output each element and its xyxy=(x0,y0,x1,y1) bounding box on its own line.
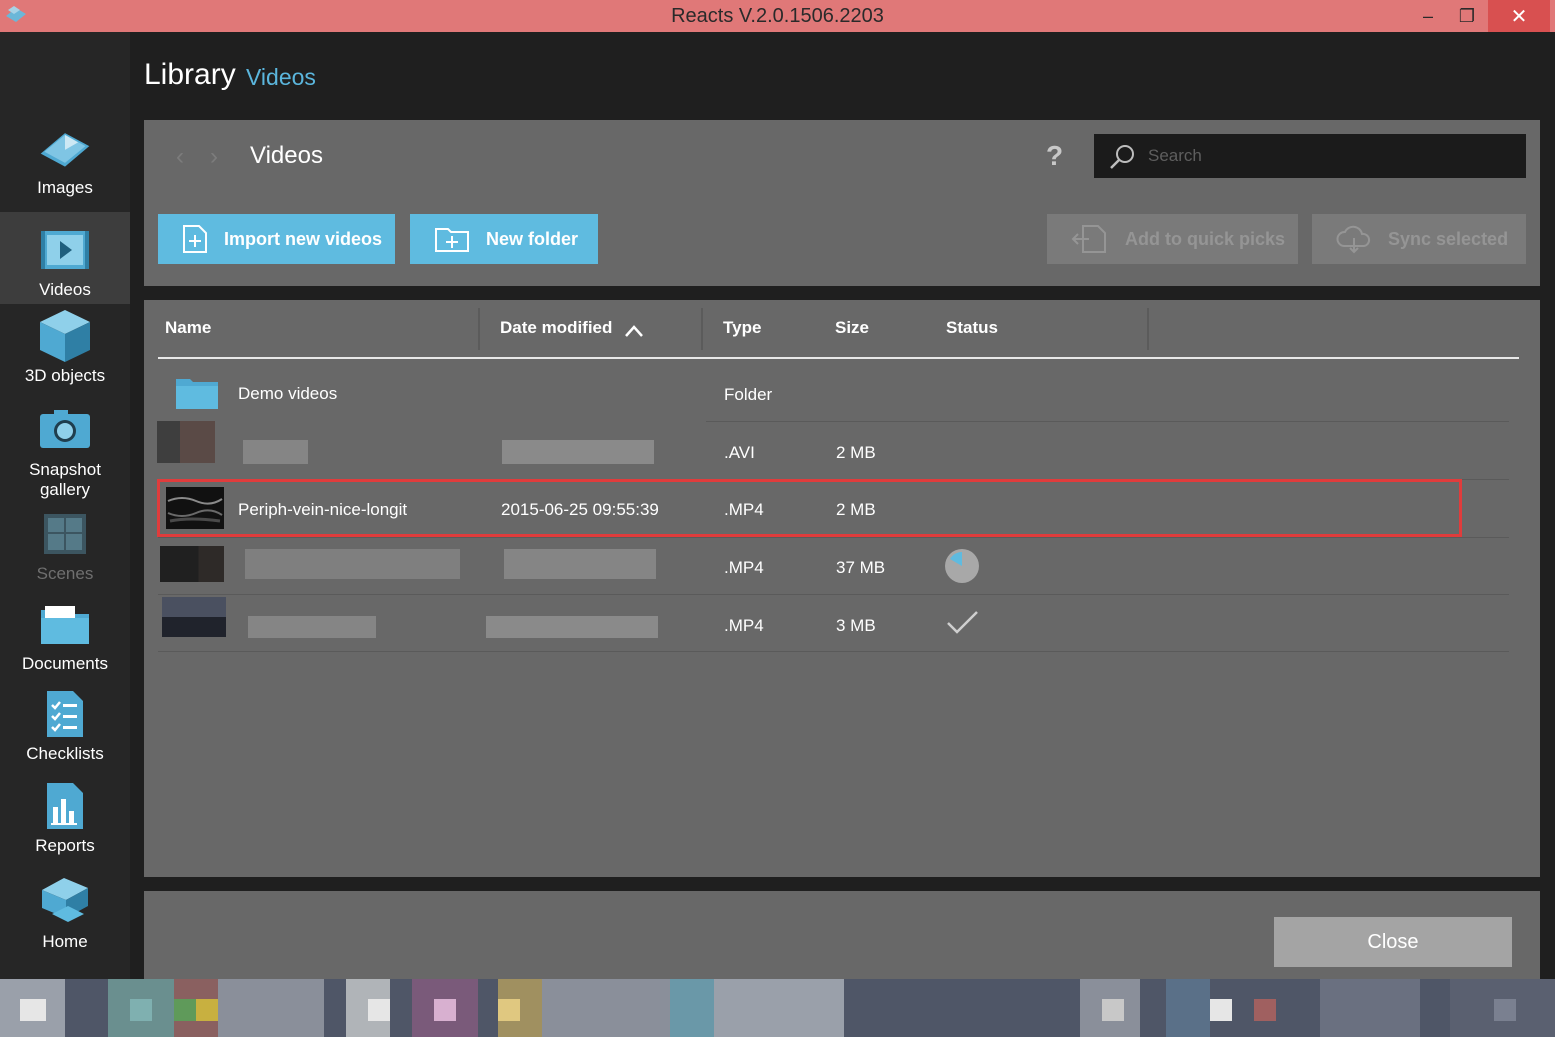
close-button[interactable]: Close xyxy=(1274,917,1512,967)
page-subtitle: Videos xyxy=(246,64,316,90)
column-header-status[interactable]: Status xyxy=(946,318,998,338)
sidebar-item-videos[interactable]: Videos xyxy=(0,212,130,304)
sidebar-item-3d-objects[interactable]: 3D objects xyxy=(0,310,130,394)
row-type: Folder xyxy=(724,385,773,404)
page-title: Library xyxy=(144,58,236,91)
header-divider xyxy=(158,357,1519,359)
sidebar-item-label: 3D objects xyxy=(24,366,106,385)
sidebar-item-label: Videos xyxy=(39,280,91,299)
sidebar-item-label: Snapshot gallery xyxy=(29,460,101,499)
column-header-name[interactable]: Name xyxy=(165,318,211,338)
obscured-date xyxy=(502,440,654,464)
sidebar-item-reports[interactable]: Reports xyxy=(0,780,130,862)
column-header-type[interactable]: Type xyxy=(723,318,761,338)
add-to-quick-picks-button[interactable]: Add to quick picks xyxy=(1047,214,1298,264)
search-input[interactable] xyxy=(1148,134,1518,178)
row-type: .MP4 xyxy=(724,616,764,635)
minimize-button[interactable]: – xyxy=(1408,0,1448,32)
close-window-button[interactable]: ✕ xyxy=(1488,0,1550,32)
search-box xyxy=(1094,134,1526,178)
home-icon xyxy=(37,876,93,928)
cube-icon xyxy=(37,310,93,362)
camera-icon xyxy=(37,404,93,456)
sidebar-item-scenes[interactable]: Scenes xyxy=(0,508,130,588)
checklist-icon xyxy=(37,688,93,740)
row-size: 2 MB xyxy=(836,443,876,462)
new-folder-button[interactable]: New folder xyxy=(410,214,598,264)
add-folder-icon xyxy=(434,225,470,253)
taskbar xyxy=(0,979,1555,1037)
cloud-sync-icon xyxy=(1336,224,1372,254)
sync-progress-icon xyxy=(945,549,979,583)
row-size: 3 MB xyxy=(836,616,876,635)
import-videos-label: Import new videos xyxy=(224,228,383,249)
obscured-date xyxy=(504,549,656,579)
column-header-date[interactable]: Date modified xyxy=(500,318,612,338)
forward-arrow-icon[interactable]: › xyxy=(210,143,218,171)
obscured-date xyxy=(486,616,658,638)
row-divider xyxy=(158,537,1509,538)
sidebar-item-snapshot-gallery[interactable]: Snapshot gallery xyxy=(0,404,130,500)
sync-selected-label: Sync selected xyxy=(1388,228,1509,249)
row-size: 37 MB xyxy=(836,558,886,577)
column-divider[interactable] xyxy=(478,308,480,350)
obscured-name xyxy=(245,549,460,579)
row-divider xyxy=(706,421,1509,422)
sidebar-item-label: Home xyxy=(42,932,88,951)
folder-icon xyxy=(176,379,218,409)
file-table-panel xyxy=(144,300,1540,877)
column-divider[interactable] xyxy=(701,308,703,350)
row-name: Demo videos xyxy=(238,384,338,403)
sidebar-item-label: Checklists xyxy=(26,744,104,763)
videos-icon xyxy=(37,224,93,276)
obscured-name xyxy=(243,440,308,464)
sidebar-item-label: Documents xyxy=(22,654,108,673)
back-arrow-icon[interactable]: ‹ xyxy=(176,143,184,171)
checkmark-icon xyxy=(947,611,978,634)
sort-ascending-icon xyxy=(625,325,643,337)
row-type: .MP4 xyxy=(724,558,764,577)
quick-picks-icon xyxy=(1071,224,1109,254)
sidebar-item-label: Images xyxy=(37,178,93,197)
report-icon xyxy=(37,780,93,832)
current-folder-title: Videos xyxy=(250,142,323,169)
row-divider xyxy=(158,594,1509,595)
video-thumbnail xyxy=(162,597,226,637)
images-icon xyxy=(37,122,93,174)
add-file-icon xyxy=(182,224,208,254)
scenes-icon xyxy=(37,508,93,560)
quick-picks-label: Add to quick picks xyxy=(1125,228,1286,249)
sidebar-item-documents[interactable]: Documents xyxy=(0,598,130,678)
selection-highlight xyxy=(157,479,1462,537)
video-thumbnail xyxy=(160,546,224,582)
sync-selected-button[interactable]: Sync selected xyxy=(1312,214,1526,264)
obscured-name xyxy=(248,616,376,638)
title-bar: Reacts V.2.0.1506.2203 – ❐ ✕ xyxy=(0,0,1555,32)
column-divider[interactable] xyxy=(1147,308,1149,350)
help-icon[interactable]: ? xyxy=(1046,140,1063,172)
maximize-button[interactable]: ❐ xyxy=(1447,0,1487,32)
sidebar-item-label: Reports xyxy=(35,836,95,855)
row-type: .AVI xyxy=(724,443,755,462)
sidebar-item-home[interactable]: Home xyxy=(0,876,130,964)
search-icon xyxy=(1110,145,1134,169)
sidebar-item-checklists[interactable]: Checklists xyxy=(0,688,130,770)
column-header-size[interactable]: Size xyxy=(835,318,869,338)
row-divider xyxy=(158,651,1509,652)
sidebar-item-images[interactable]: Images xyxy=(0,122,130,208)
folder-icon xyxy=(37,598,93,650)
window-title: Reacts V.2.0.1506.2203 xyxy=(671,5,884,27)
video-thumbnail xyxy=(157,421,215,463)
import-videos-button[interactable]: Import new videos xyxy=(158,214,395,264)
new-folder-label: New folder xyxy=(486,228,579,249)
sidebar-item-label: Scenes xyxy=(36,564,94,583)
